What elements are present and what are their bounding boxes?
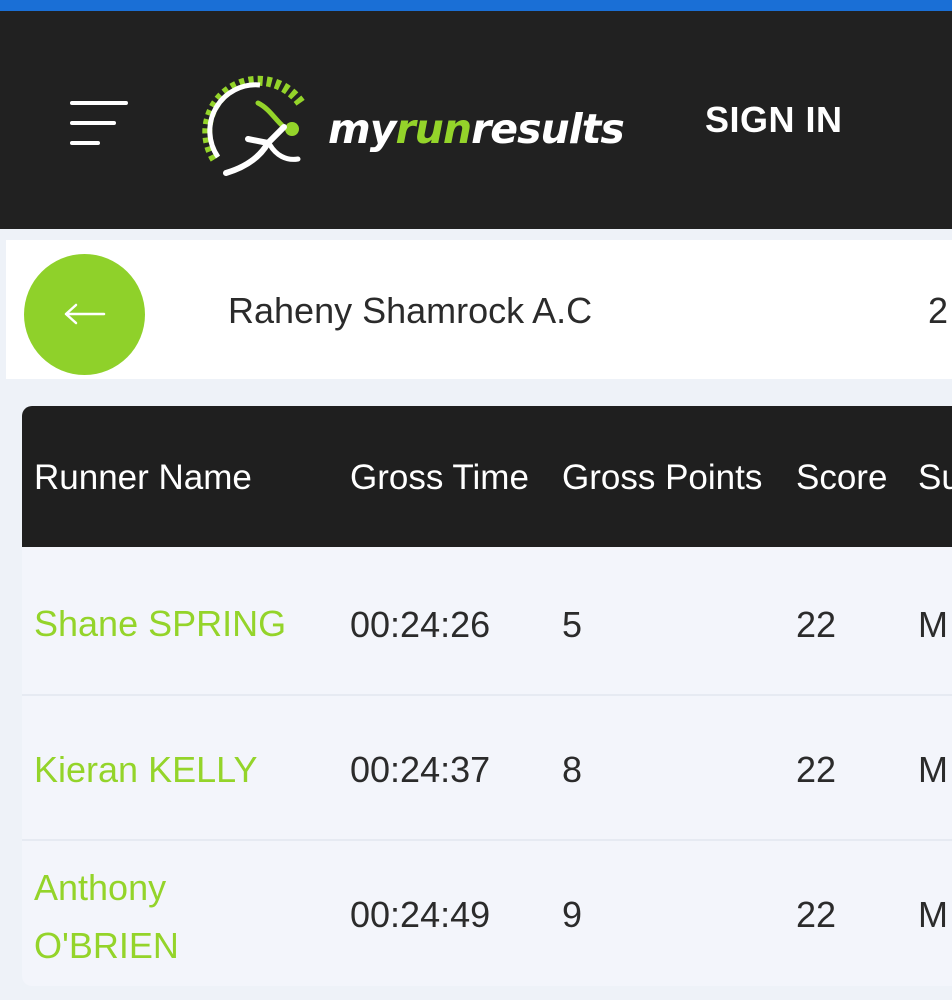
logo-my: my [328,105,396,153]
gross-time-cell: 00:24:26 [350,604,491,645]
score-cell: 22 [796,604,837,645]
runner-name-link[interactable]: Kieran KELLY [34,741,314,799]
table-row: Shane SPRING 00:24:26 5 22 M [22,547,952,690]
gross-points-cell: 9 [562,894,583,935]
sub-cell: M [918,749,948,790]
column-header-gross-time: Gross Time [350,458,529,497]
column-header-runner-name: Runner Name [34,458,252,497]
logo-wordmark: myrunresults [328,105,625,153]
site-logo[interactable]: myrunresults [200,69,625,187]
column-header-gross-points: Gross Points [562,458,763,497]
club-extra-value: 2 [928,290,949,331]
sub-cell: M [918,604,948,645]
sub-cell: M [918,894,948,935]
runner-name-link[interactable]: Anthony O'BRIEN [34,859,234,975]
browser-top-strip [0,0,952,11]
runner-name-link[interactable]: Shane SPRING [34,595,314,653]
column-header-score: Score [796,458,888,497]
gross-time-cell: 00:24:37 [350,749,491,790]
runner-logo-icon [202,75,307,176]
logo-results: results [471,105,625,153]
score-cell: 22 [796,894,837,935]
hamburger-menu-icon[interactable] [66,99,132,149]
table-row: Anthony O'BRIEN 00:24:49 9 22 M [22,839,952,984]
sign-in-link[interactable]: SIGN IN [705,99,843,141]
club-bar: Raheny Shamrock A.C 2 [6,240,952,379]
logo-run: run [395,105,472,153]
table-row: Kieran KELLY 00:24:37 8 22 M [22,694,952,839]
back-arrow-icon [64,303,106,325]
table-header: Runner Name Gross Time Gross Points Scor… [22,406,952,547]
gross-points-cell: 5 [562,604,583,645]
gross-time-cell: 00:24:49 [350,894,491,935]
gross-points-cell: 8 [562,749,583,790]
back-button[interactable] [24,254,145,375]
results-table: Runner Name Gross Time Gross Points Scor… [22,406,952,986]
score-cell: 22 [796,749,837,790]
column-header-sub: Su [918,458,952,497]
club-name: Raheny Shamrock A.C [228,290,593,331]
site-header: myrunresults SIGN IN [0,11,952,229]
